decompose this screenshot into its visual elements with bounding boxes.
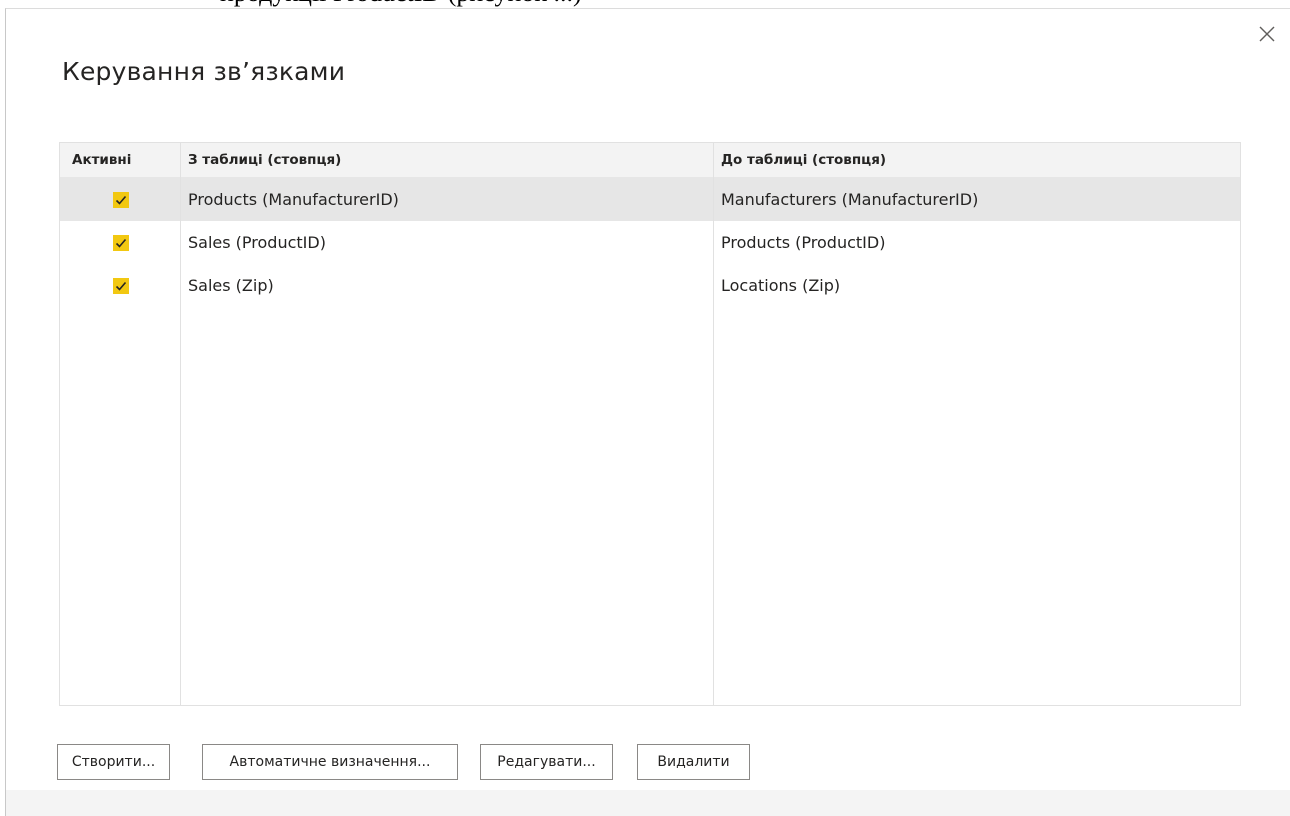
column-header-from-table[interactable]: З таблиці (стовпця): [188, 143, 341, 178]
relationships-table: Активні З таблиці (стовпця) До таблиці (…: [59, 142, 1241, 706]
active-checkbox[interactable]: [113, 278, 129, 294]
page: продукції ProductID (рисунок ...) Керува…: [0, 0, 1290, 816]
table-header: Активні З таблиці (стовпця) До таблиці (…: [60, 143, 1240, 178]
checkmark-icon: [115, 281, 127, 291]
to-table-cell: Locations (Zip): [721, 276, 841, 295]
close-button[interactable]: [1252, 19, 1282, 49]
column-divider: [713, 143, 714, 705]
dialog-title: Керування зв’язками: [62, 57, 346, 86]
to-table-cell: Manufacturers (ManufacturerID): [721, 190, 979, 209]
document-caption-fragment: продукції ProductID (рисунок ...): [220, 0, 582, 8]
edit-button[interactable]: Редагувати...: [480, 744, 613, 780]
table-row[interactable]: Sales (ProductID) Products (ProductID): [60, 221, 1240, 264]
manage-relationships-dialog: Керування зв’язками Активні З таблиці (с…: [5, 8, 1290, 816]
from-table-cell: Products (ManufacturerID): [188, 190, 399, 209]
to-table-cell: Products (ProductID): [721, 233, 886, 252]
checkmark-icon: [115, 195, 127, 205]
column-header-to-table[interactable]: До таблиці (стовпця): [721, 143, 886, 178]
column-header-active[interactable]: Активні: [72, 143, 131, 178]
checkmark-icon: [115, 238, 127, 248]
create-button[interactable]: Створити...: [57, 744, 170, 780]
from-table-cell: Sales (Zip): [188, 276, 274, 295]
table-row[interactable]: Products (ManufacturerID) Manufacturers …: [60, 178, 1240, 221]
close-icon: [1259, 26, 1275, 42]
active-checkbox[interactable]: [113, 192, 129, 208]
column-divider: [180, 143, 181, 705]
table-row[interactable]: Sales (Zip) Locations (Zip): [60, 264, 1240, 307]
from-table-cell: Sales (ProductID): [188, 233, 326, 252]
dialog-footer: [6, 790, 1290, 816]
autodetect-button[interactable]: Автоматичне визначення...: [202, 744, 458, 780]
delete-button[interactable]: Видалити: [637, 744, 750, 780]
active-checkbox[interactable]: [113, 235, 129, 251]
